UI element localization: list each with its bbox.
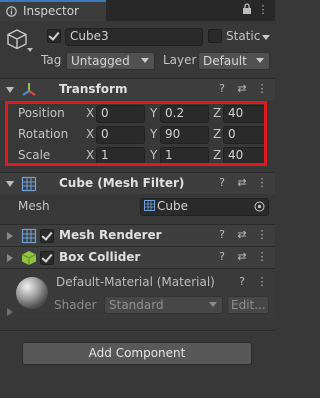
more-options-icon[interactable]: ⋮ [255,250,269,264]
mesh-value: Cube [157,199,188,213]
static-dropdown-arrow[interactable] [262,35,270,40]
position-y-label[interactable]: Y [150,106,157,120]
shader-value: Standard [109,298,164,312]
scale-z-field[interactable]: 40 [223,147,267,165]
foldout-arrow-icon[interactable] [6,87,14,93]
more-options-icon[interactable]: ⋮ [255,275,269,289]
mesh-renderer-title: Mesh Renderer [59,228,162,242]
help-icon[interactable]: ? [235,275,249,289]
tab-title: Inspector [23,4,79,18]
layer-dropdown[interactable]: Default [198,52,270,70]
presets-icon[interactable]: ⇄ [235,228,249,242]
tag-value: Untagged [71,54,130,68]
foldout-arrow-icon[interactable] [7,308,13,316]
rotation-x-field[interactable]: 0 [96,126,145,144]
scale-x-label[interactable]: X [86,148,94,162]
scale-row: Scale X 1 Y 1 Z 40 [0,146,275,166]
scale-x-field[interactable]: 1 [96,147,145,165]
position-row: Position X 0 Y 0.2 Z 40 [0,104,275,124]
rotation-y-field[interactable]: 90 [160,126,209,144]
help-icon[interactable]: ? [215,176,229,190]
tab-menu-icon[interactable]: ⋮ [256,3,270,17]
rotation-y-label[interactable]: Y [150,127,157,141]
mesh-label: Mesh [18,199,50,213]
layer-value: Default [203,54,247,68]
position-x-field[interactable]: 0 [96,105,145,123]
mesh-renderer-header[interactable]: Mesh Renderer ? ⇄ ⋮ [0,224,275,246]
help-icon[interactable]: ? [215,228,229,242]
mesh-grid-icon [144,200,155,211]
transform-header[interactable]: Transform ? ⇄ ⋮ [0,78,275,100]
object-name-field[interactable]: Cube3 [65,28,203,46]
chevron-down-icon [209,302,217,307]
position-z-field[interactable]: 40 [223,105,267,123]
mesh-grid-icon [21,176,37,192]
more-options-icon[interactable]: ⋮ [255,176,269,190]
info-icon [6,6,17,17]
tag-dropdown[interactable]: Untagged [66,52,155,70]
scale-z-label[interactable]: Z [213,148,221,162]
divider [0,330,275,331]
chevron-down-icon [256,58,264,63]
position-x-label[interactable]: X [86,106,94,120]
transform-rows: Position X 0 Y 0.2 Z 40 Rotation X 0 Y 9… [0,100,275,166]
transform-axes-icon [21,82,37,98]
scale-y-label[interactable]: Y [150,148,157,162]
more-options-icon[interactable]: ⋮ [255,228,269,242]
help-icon[interactable]: ? [215,250,229,264]
rotation-x-label[interactable]: X [86,127,94,141]
material-section: Default-Material (Material) ? ⋮ Shader S… [0,268,275,318]
scale-label[interactable]: Scale [18,148,50,162]
shader-edit-button[interactable]: Edit... [227,296,269,314]
static-label: Static [226,29,261,43]
box-collider-title: Box Collider [59,250,141,264]
transform-title: Transform [59,82,128,96]
tab-inspector[interactable]: Inspector [0,0,106,21]
rotation-row: Rotation X 0 Y 90 Z 0 [0,125,275,145]
rotation-label[interactable]: Rotation [18,127,68,141]
position-y-field[interactable]: 0.2 [160,105,209,123]
position-label[interactable]: Position [18,106,65,120]
foldout-arrow-icon[interactable] [7,232,13,240]
icon-picker-arrow[interactable] [27,48,33,52]
object-picker-icon[interactable] [254,201,265,212]
mesh-filter-header[interactable]: Cube (Mesh Filter) ? ⇄ ⋮ [0,172,275,194]
box-collider-enabled-checkbox[interactable] [40,251,54,265]
mesh-renderer-icon [21,228,37,244]
lock-icon[interactable] [240,3,254,17]
shader-dropdown[interactable]: Standard [104,296,223,314]
mesh-renderer-enabled-checkbox[interactable] [40,229,54,243]
material-sphere-icon [15,276,49,310]
tag-label: Tag [41,53,62,67]
foldout-arrow-icon[interactable] [6,181,14,187]
mesh-object-field[interactable]: Cube [140,198,269,216]
position-z-label[interactable]: Z [213,106,221,120]
box-collider-header[interactable]: Box Collider ? ⇄ ⋮ [0,246,275,268]
material-title: Default-Material (Material) [56,275,215,289]
rotation-z-label[interactable]: Z [213,127,221,141]
presets-icon[interactable]: ⇄ [235,250,249,264]
add-component-button[interactable]: Add Component [22,342,252,365]
shader-label: Shader [54,298,97,312]
mesh-filter-title: Cube (Mesh Filter) [59,176,185,190]
presets-icon[interactable]: ⇄ [235,82,249,96]
scale-y-field[interactable]: 1 [160,147,209,165]
layer-label: Layer [163,53,197,67]
rotation-z-field[interactable]: 0 [223,126,267,144]
help-icon[interactable]: ? [215,82,229,96]
active-checkbox[interactable] [47,29,61,43]
tab-bar: Inspector ⋮ [0,0,275,21]
foldout-arrow-icon[interactable] [7,254,13,262]
cube-object-icon [6,28,28,50]
box-collider-icon [21,250,37,266]
static-checkbox[interactable] [208,29,222,43]
chevron-down-icon [141,58,149,63]
presets-icon[interactable]: ⇄ [235,176,249,190]
more-options-icon[interactable]: ⋮ [255,82,269,96]
